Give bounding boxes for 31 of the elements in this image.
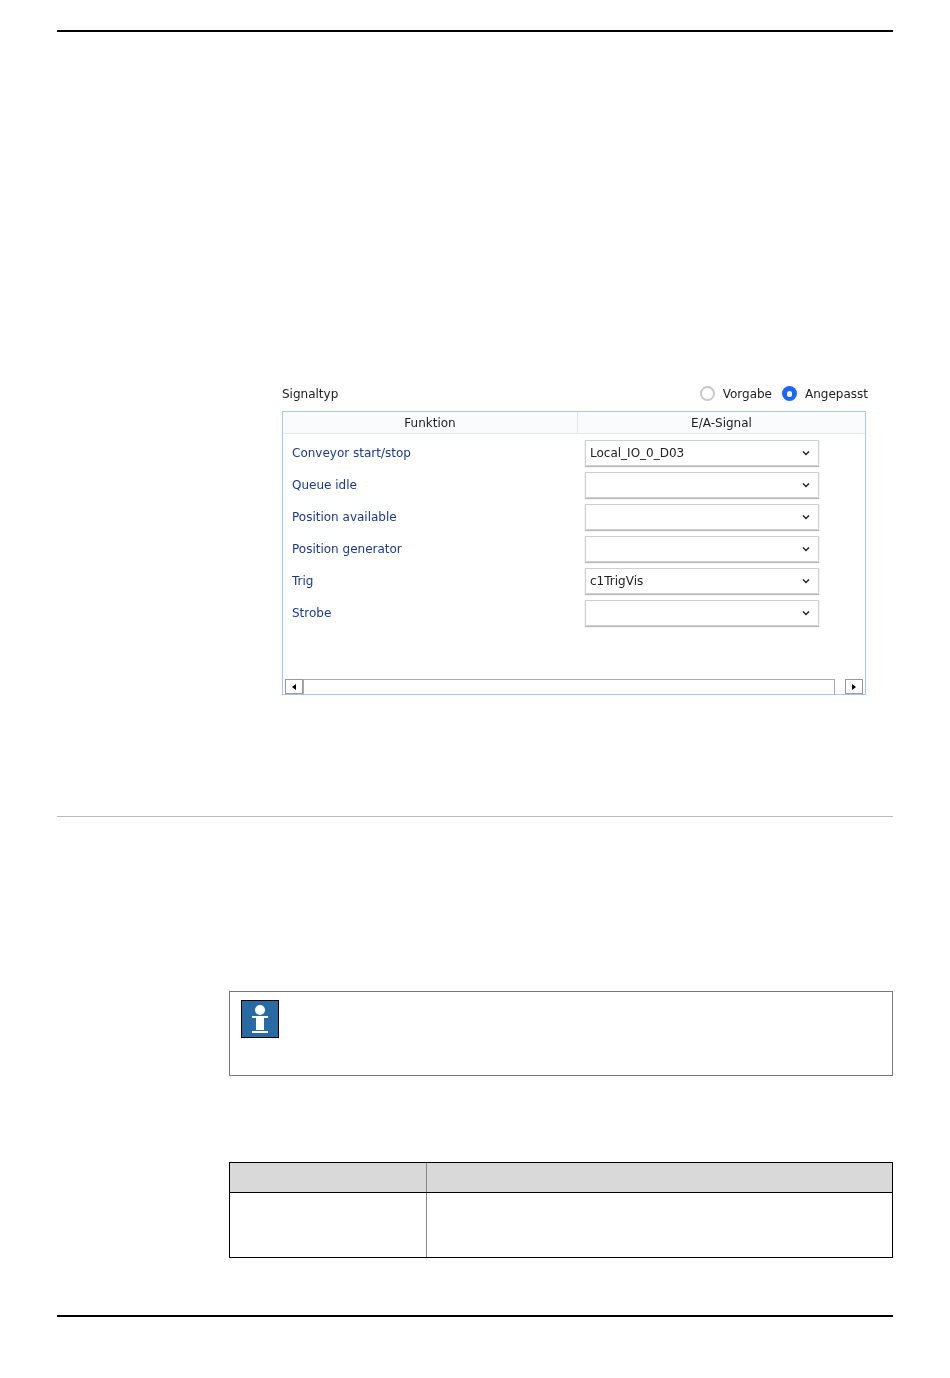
signal-type-label: Signaltyp [282, 385, 339, 403]
right-arrow-icon [852, 683, 856, 690]
caret-icon [802, 514, 810, 520]
radio-option[interactable]: Angepasst [782, 384, 868, 403]
scroll-right-button[interactable] [845, 679, 863, 694]
signal-dropdown[interactable] [585, 600, 819, 626]
caret-icon [802, 610, 810, 616]
function-label: Trig [292, 574, 314, 588]
function-label: Strobe [292, 606, 332, 620]
info-icon [241, 1000, 279, 1038]
signal-dropdown[interactable] [585, 472, 819, 498]
caret-icon [802, 482, 810, 488]
scroll-left-button[interactable] [285, 679, 303, 694]
function-label: Conveyor start/stop [292, 446, 411, 460]
function-label: Position generator [292, 542, 402, 556]
caret-icon [802, 578, 810, 584]
function-label: Queue idle [292, 478, 357, 492]
function-label: Position available [292, 510, 397, 524]
scrollbar-track[interactable] [303, 679, 835, 694]
caret-icon [802, 546, 810, 552]
radio-icon[interactable] [699, 386, 715, 401]
radio-icon[interactable] [782, 386, 797, 401]
signal-dropdown[interactable] [585, 536, 819, 562]
signal-dropdown[interactable]: c1TrigVis [585, 568, 819, 594]
radio-option[interactable]: Vorgabe [699, 384, 772, 403]
signal-dropdown[interactable]: Local_IO_0_D03 [585, 440, 819, 466]
column-header[interactable]: E/A-Signal [578, 412, 865, 433]
left-arrow-icon [292, 683, 296, 690]
signal-dropdown[interactable] [585, 504, 819, 530]
column-header[interactable]: Funktion [283, 412, 578, 433]
caret-icon [802, 450, 810, 456]
